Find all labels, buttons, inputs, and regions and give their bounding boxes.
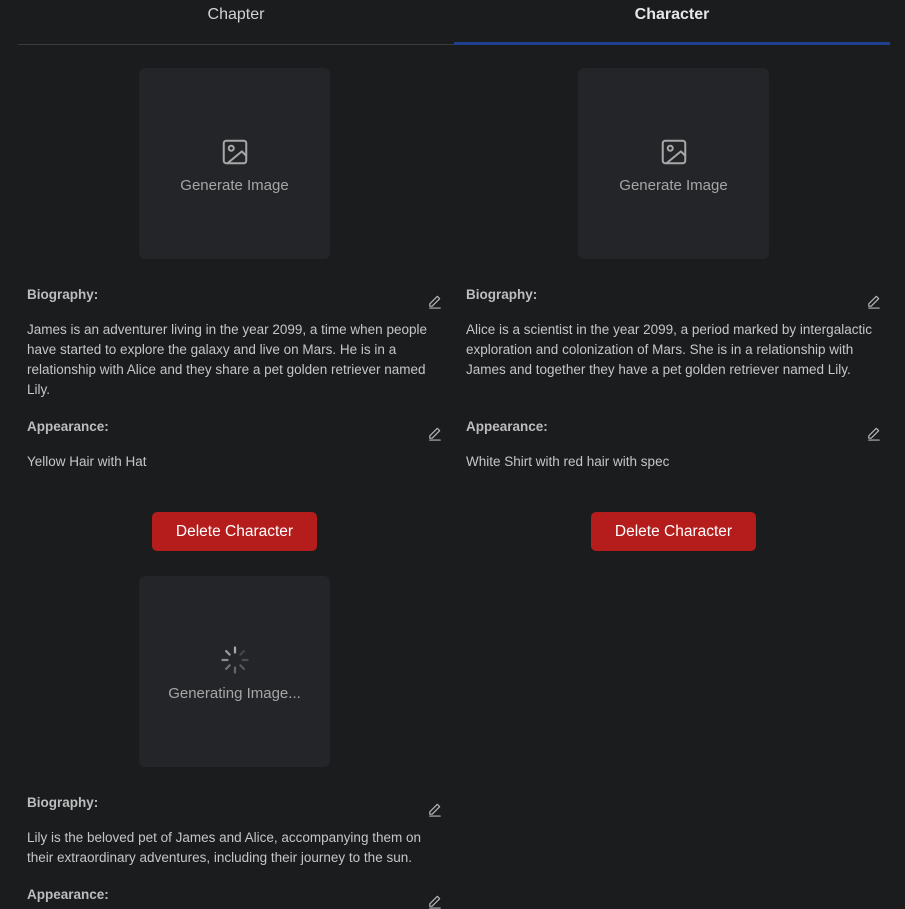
generate-image-label: Generate Image xyxy=(180,177,289,194)
biography-text: Lily is the beloved pet of James and Ali… xyxy=(27,830,421,865)
appearance-label: Appearance: xyxy=(466,419,548,434)
generating-image-label: Generating Image... xyxy=(168,685,301,702)
pencil-icon[interactable] xyxy=(427,894,442,909)
biography-label: Biography: xyxy=(27,795,99,810)
image-icon xyxy=(222,139,247,165)
tab-chapter[interactable]: Chapter xyxy=(18,0,454,44)
pencil-icon[interactable] xyxy=(866,294,881,309)
biography-label: Biography: xyxy=(27,287,99,302)
generate-image-button[interactable]: Generate Image xyxy=(578,68,769,259)
biography-text: Alice is a scientist in the year 2099, a… xyxy=(466,322,872,377)
generating-image-placeholder: Generating Image... xyxy=(139,576,330,767)
generate-image-button[interactable]: Generate Image xyxy=(139,68,330,259)
appearance-label: Appearance: xyxy=(27,419,109,434)
spinner-icon xyxy=(220,646,249,674)
appearance-text: White Shirt with red hair with spec xyxy=(466,454,670,469)
biography-text: James is an adventurer living in the yea… xyxy=(27,322,427,397)
appearance-label: Appearance: xyxy=(27,887,109,902)
character-card: Generate Image Biography: Alice is a sci… xyxy=(466,68,881,552)
appearance-text: Yellow Hair with Hat xyxy=(27,454,147,469)
character-card: Generating Image... Biography: Lily is t… xyxy=(27,576,442,909)
tab-bar: Chapter Character xyxy=(18,0,890,45)
delete-character-button[interactable]: Delete Character xyxy=(591,512,756,551)
pencil-icon[interactable] xyxy=(427,294,442,309)
character-card: Generate Image Biography: James is an ad… xyxy=(27,68,442,552)
pencil-icon[interactable] xyxy=(427,426,442,441)
biography-label: Biography: xyxy=(466,287,538,302)
delete-character-button[interactable]: Delete Character xyxy=(152,512,317,551)
image-icon xyxy=(661,139,686,165)
generate-image-label: Generate Image xyxy=(619,177,728,194)
pencil-icon[interactable] xyxy=(427,802,442,817)
tab-character[interactable]: Character xyxy=(454,0,890,45)
pencil-icon[interactable] xyxy=(866,426,881,441)
